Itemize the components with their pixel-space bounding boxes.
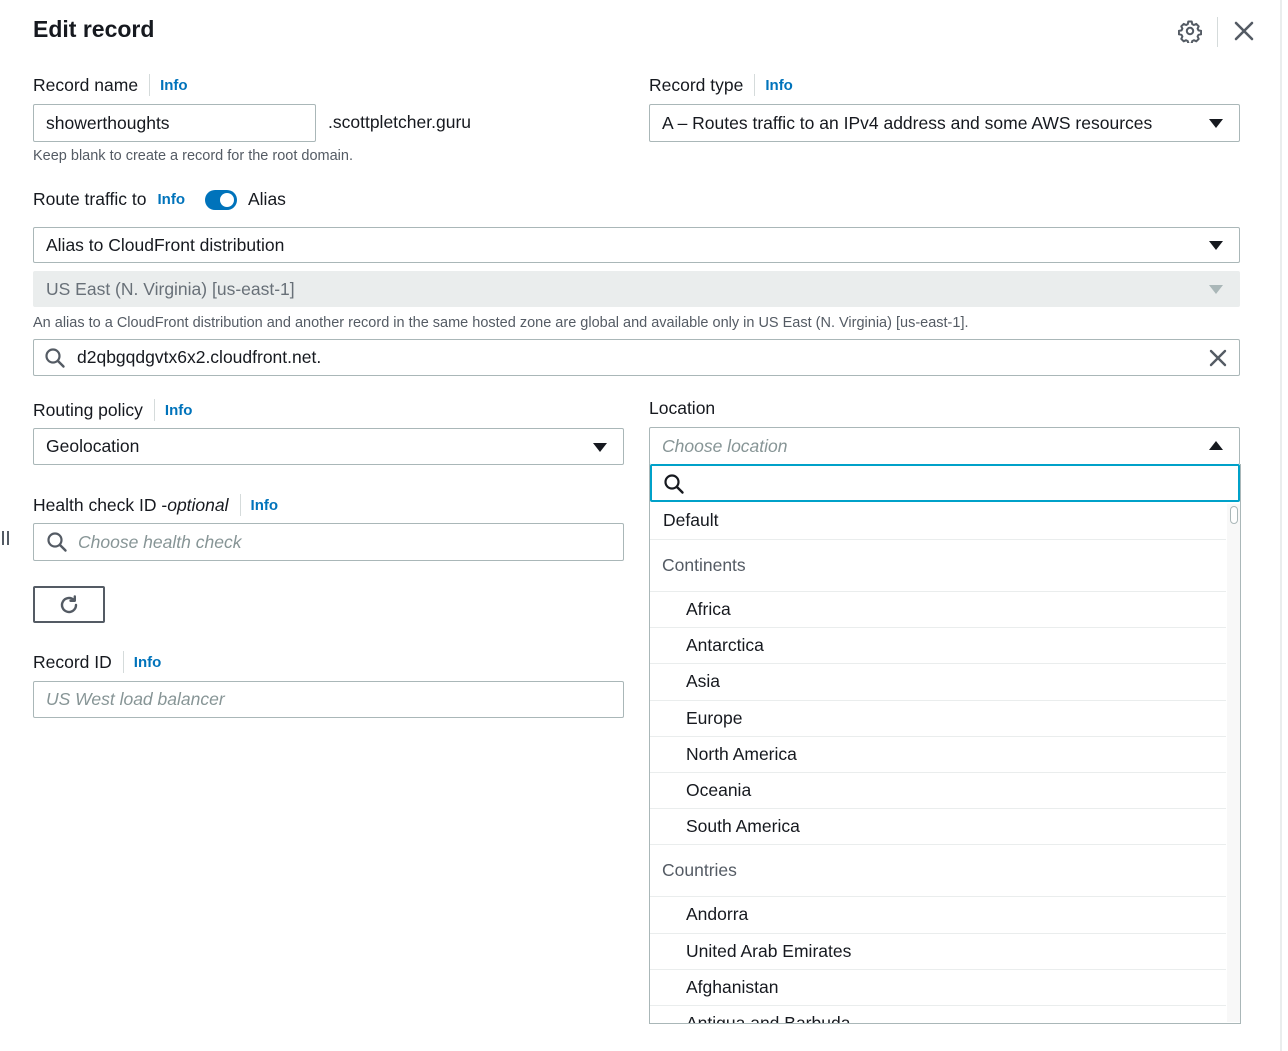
alias-toggle[interactable]: [205, 189, 237, 210]
group-label: Countries: [662, 860, 737, 881]
location-option-default[interactable]: Default: [650, 502, 1226, 540]
alias-toggle-label: Alias: [248, 189, 286, 209]
endpoint-value: Alias to CloudFront distribution: [46, 234, 285, 255]
record-name-info-link[interactable]: Info: [160, 77, 188, 94]
routing-policy-label-group: Routing policy Info: [33, 399, 192, 421]
record-name-input[interactable]: showerthoughts: [33, 104, 316, 142]
region-hint: An alias to a CloudFront distribution an…: [33, 315, 969, 331]
caret-up-icon: [1209, 441, 1223, 450]
label-separator: [149, 74, 151, 96]
search-icon: [47, 532, 67, 552]
record-id-label: Record ID: [33, 651, 112, 672]
distribution-search-input[interactable]: d2qbgqdgvtx6x2.cloudfront.net.: [33, 339, 1240, 376]
health-check-placeholder: Choose health check: [78, 531, 242, 552]
location-placeholder: Choose location: [662, 435, 788, 456]
location-dropdown: Default Continents Africa Antarctica Asi…: [649, 464, 1241, 1024]
option-label: South America: [686, 816, 800, 837]
location-option[interactable]: Africa: [650, 592, 1226, 629]
option-label: Europe: [686, 707, 743, 728]
location-option[interactable]: Afghanistan: [650, 970, 1226, 1006]
location-option[interactable]: United Arab Emirates: [650, 934, 1226, 970]
routing-policy-label: Routing policy: [33, 399, 143, 420]
location-option[interactable]: Antigua and Barbuda: [650, 1006, 1226, 1024]
distribution-value: d2qbgqdgvtx6x2.cloudfront.net.: [77, 347, 322, 367]
option-label: Antarctica: [686, 635, 764, 656]
endpoint-select[interactable]: Alias to CloudFront distribution: [33, 227, 1240, 263]
record-type-info-link[interactable]: Info: [765, 77, 793, 94]
caret-down-icon: [1209, 285, 1223, 294]
resize-handle[interactable]: [2, 531, 10, 545]
clear-icon[interactable]: [1209, 349, 1227, 367]
option-label: Antigua and Barbuda: [686, 1012, 851, 1024]
location-option[interactable]: North America: [650, 737, 1226, 773]
dropdown-scrollbar[interactable]: [1227, 504, 1240, 1022]
option-label: Africa: [686, 599, 731, 620]
group-label: Continents: [662, 555, 746, 575]
option-label: Default: [663, 510, 719, 530]
health-check-input[interactable]: Choose health check: [33, 523, 624, 561]
option-label: Afghanistan: [686, 976, 779, 997]
refresh-button[interactable]: [33, 586, 105, 623]
label-separator: [122, 651, 124, 673]
record-id-placeholder: US West load balancer: [46, 689, 225, 709]
refresh-icon: [60, 594, 78, 613]
route-traffic-info-link[interactable]: Info: [158, 191, 186, 208]
record-type-label-group: Record type Info: [649, 74, 793, 96]
health-check-label: Health check ID -: [33, 494, 168, 515]
route-traffic-label-group: Route traffic to Info Alias: [33, 189, 286, 210]
label-separator: [153, 399, 155, 421]
routing-policy-value: Geolocation: [46, 436, 140, 456]
record-id-info-link[interactable]: Info: [134, 654, 162, 671]
caret-down-icon: [1209, 119, 1223, 128]
header-divider: [1217, 17, 1218, 47]
record-id-label-group: Record ID Info: [33, 651, 161, 673]
caret-down-icon: [1209, 241, 1223, 250]
record-name-suffix: .scottpletcher.guru: [328, 112, 471, 132]
record-name-label-group: Record name Info: [33, 74, 188, 96]
region-value: US East (N. Virginia) [us-east-1]: [46, 278, 295, 299]
option-label: Oceania: [686, 780, 752, 801]
location-option[interactable]: Oceania: [650, 773, 1226, 810]
panel-title: Edit record: [33, 16, 155, 42]
health-check-label-group: Health check ID - optional Info: [33, 494, 278, 516]
option-label: Andorra: [686, 904, 749, 925]
option-label: North America: [686, 743, 797, 764]
label-separator: [754, 74, 756, 96]
health-check-info-link[interactable]: Info: [251, 497, 279, 514]
health-check-optional-label: optional: [167, 494, 229, 515]
search-icon: [45, 347, 65, 368]
location-group-countries: Countries: [650, 845, 1226, 898]
location-options-list: Default Continents Africa Antarctica Asi…: [650, 502, 1226, 1024]
location-option[interactable]: Andorra: [650, 897, 1226, 934]
record-type-value: A – Routes traffic to an IPv4 address an…: [662, 112, 1153, 133]
record-name-label: Record name: [33, 74, 139, 95]
gear-icon[interactable]: [1176, 17, 1204, 45]
location-option[interactable]: South America: [650, 809, 1226, 846]
caret-down-icon: [593, 442, 607, 452]
region-select: US East (N. Virginia) [us-east-1]: [33, 271, 1240, 307]
location-group-continents: Continents: [650, 540, 1226, 592]
location-label: Location: [649, 398, 716, 418]
location-option[interactable]: Europe: [650, 701, 1226, 737]
record-id-input[interactable]: US West load balancer: [33, 681, 624, 718]
search-icon: [664, 474, 684, 494]
scrollbar-thumb[interactable]: [1230, 506, 1238, 524]
route-traffic-label: Route traffic to: [33, 189, 147, 209]
record-type-label: Record type: [649, 74, 744, 95]
location-option[interactable]: Asia: [650, 664, 1226, 701]
record-name-hint: Keep blank to create a record for the ro…: [33, 148, 353, 164]
option-label: Asia: [686, 671, 721, 692]
routing-policy-select[interactable]: Geolocation: [33, 428, 624, 465]
location-select[interactable]: Choose location: [649, 427, 1240, 465]
record-name-value: showerthoughts: [46, 112, 170, 133]
record-type-select[interactable]: A – Routes traffic to an IPv4 address an…: [649, 104, 1240, 142]
location-search-input[interactable]: [650, 464, 1240, 502]
location-option[interactable]: Antarctica: [650, 628, 1226, 665]
label-separator: [239, 494, 241, 516]
routing-policy-info-link[interactable]: Info: [165, 402, 193, 419]
option-label: United Arab Emirates: [686, 940, 852, 961]
close-icon[interactable]: [1230, 17, 1258, 45]
panel-right-border: [1280, 0, 1282, 1051]
